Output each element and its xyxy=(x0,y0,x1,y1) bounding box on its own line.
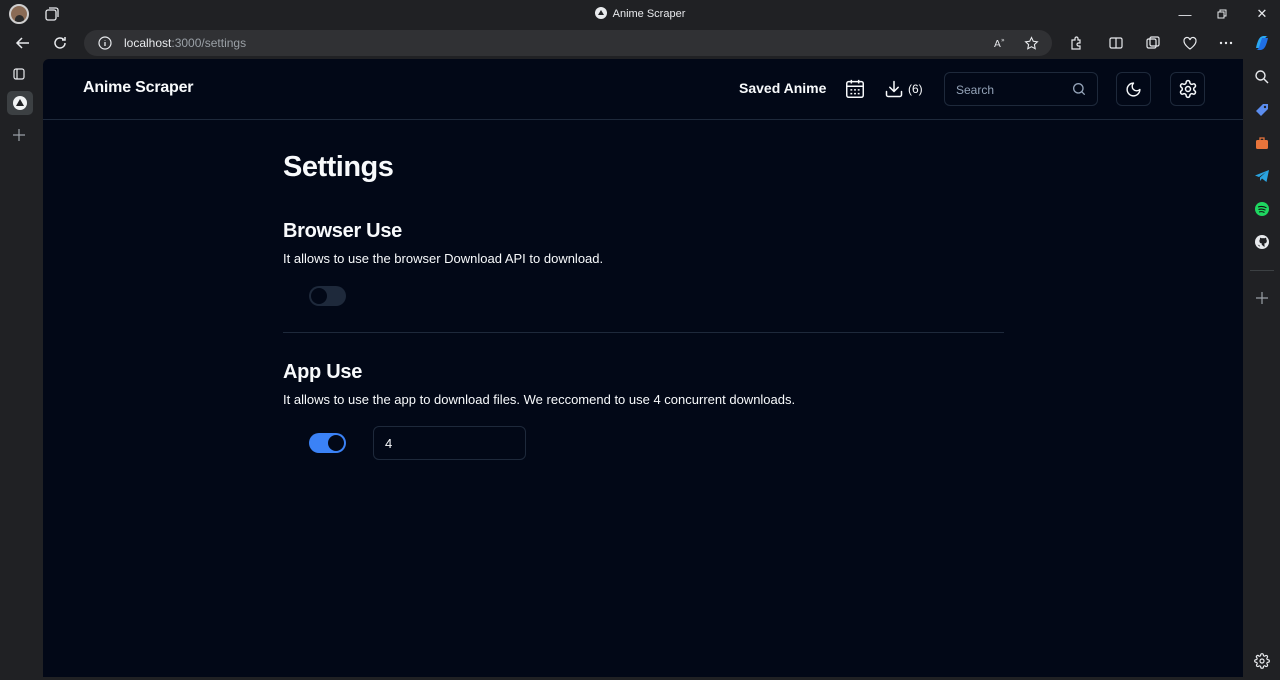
app-use-heading: App Use xyxy=(283,361,363,383)
browser-use-toggle[interactable] xyxy=(309,286,346,306)
search-placeholder: Search xyxy=(956,83,995,97)
read-aloud-icon[interactable]: A» xyxy=(993,36,1007,50)
browser-toolbar: localhost:3000/settings A» xyxy=(0,28,1280,58)
tab-actions-icon[interactable] xyxy=(12,67,26,81)
toggle-knob xyxy=(328,435,344,451)
downloads-count: (6) xyxy=(908,82,923,96)
page-title: Settings xyxy=(283,151,394,183)
tab-anime-scraper[interactable] xyxy=(7,91,33,115)
gear-icon xyxy=(1179,79,1196,99)
search-icon[interactable] xyxy=(1071,81,1087,97)
sidebar-divider xyxy=(1250,270,1274,271)
download-icon xyxy=(885,80,903,98)
window-title: Anime Scraper xyxy=(0,7,1280,20)
app-navbar: Anime Scraper Saved Anime (6) Search xyxy=(43,59,1243,120)
copilot-icon[interactable] xyxy=(1249,31,1275,55)
settings-button[interactable] xyxy=(1170,72,1205,106)
spotify-icon[interactable] xyxy=(1254,201,1270,217)
svg-text:»: » xyxy=(1001,37,1005,44)
extensions-icon[interactable] xyxy=(1063,31,1089,55)
split-screen-icon[interactable] xyxy=(1103,31,1129,55)
toggle-knob xyxy=(311,288,327,304)
add-sidebar-app-icon[interactable] xyxy=(1255,291,1269,305)
browser-use-heading: Browser Use xyxy=(283,220,402,242)
brand-logo[interactable]: Anime Scraper xyxy=(83,79,194,97)
web-page: Anime Scraper Saved Anime (6) Search Set… xyxy=(43,59,1243,677)
collections-icon[interactable] xyxy=(1140,31,1166,55)
downloads-button[interactable]: (6) xyxy=(884,78,923,100)
vertical-tabs-rail xyxy=(0,58,42,680)
calendar-icon[interactable] xyxy=(844,78,866,100)
telegram-icon[interactable] xyxy=(1254,168,1270,184)
theme-toggle-button[interactable] xyxy=(1116,72,1151,106)
restore-button[interactable] xyxy=(1204,0,1240,28)
tab-favicon-icon xyxy=(13,96,27,110)
moon-icon xyxy=(1126,81,1141,97)
search-sidebar-icon[interactable] xyxy=(1254,69,1270,85)
app-use-description: It allows to use the app to download fil… xyxy=(283,392,796,407)
browser-use-description: It allows to use the browser Download AP… xyxy=(283,251,604,266)
minimize-button[interactable]: — xyxy=(1167,0,1203,28)
app-logo-icon xyxy=(594,7,607,19)
browser-essentials-icon[interactable] xyxy=(1177,31,1203,55)
close-window-button[interactable]: ✕ xyxy=(1244,0,1280,28)
sidebar-settings-icon[interactable] xyxy=(1254,653,1270,669)
app-use-toggle[interactable] xyxy=(309,433,346,453)
svg-text:A: A xyxy=(994,39,1001,50)
concurrent-downloads-input[interactable]: 4 xyxy=(373,426,526,460)
saved-anime-link[interactable]: Saved Anime xyxy=(739,80,826,96)
search-input[interactable]: Search xyxy=(944,72,1098,106)
reload-button[interactable] xyxy=(47,31,73,55)
github-icon[interactable] xyxy=(1254,234,1270,250)
back-button[interactable] xyxy=(10,31,36,55)
shopping-tag-icon[interactable] xyxy=(1254,102,1270,118)
address-bar[interactable]: localhost:3000/settings A» xyxy=(84,30,1052,56)
edge-sidebar xyxy=(1244,58,1280,680)
favorite-star-icon[interactable] xyxy=(1024,36,1039,51)
browser-titlebar: Anime Scraper — ✕ xyxy=(0,0,1280,28)
new-tab-icon[interactable] xyxy=(12,128,26,142)
site-info-icon[interactable] xyxy=(98,36,112,50)
section-divider xyxy=(283,332,1004,333)
tools-briefcase-icon[interactable] xyxy=(1254,135,1270,151)
url-text: localhost:3000/settings xyxy=(124,36,247,50)
more-menu-icon[interactable] xyxy=(1213,31,1239,55)
